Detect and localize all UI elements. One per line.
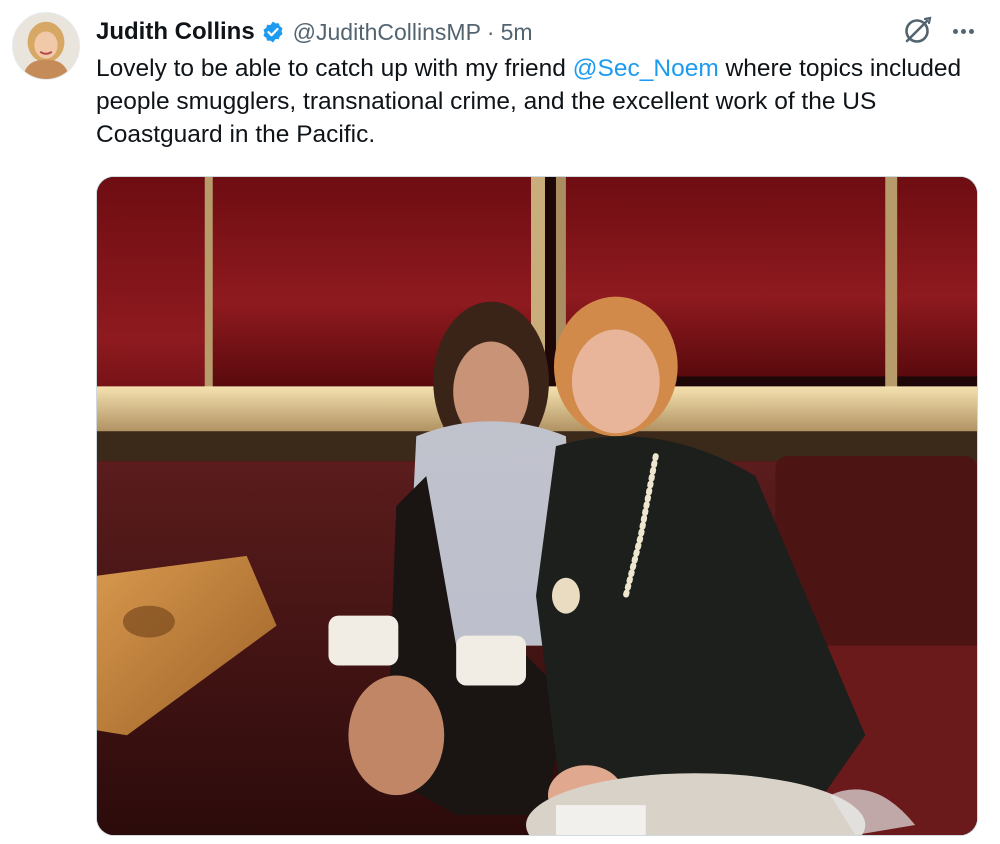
author-display-name[interactable]: Judith Collins — [96, 18, 255, 46]
tweet-header: Judith Collins @JudithCollinsMP · 5m — [96, 16, 533, 48]
more-options-icon[interactable] — [946, 16, 980, 46]
mention-link[interactable]: @Sec_Noem — [573, 55, 719, 82]
header-separator: · — [486, 18, 495, 45]
avatar-image — [13, 13, 79, 79]
tweet-timestamp[interactable]: 5m — [501, 19, 533, 46]
photo-image — [97, 177, 977, 835]
author-handle[interactable]: @JudithCollinsMP — [293, 19, 481, 46]
verified-badge-icon[interactable] — [261, 20, 285, 44]
tweet-text-part: Lovely to be able to catch up with my fr… — [96, 55, 573, 82]
tweet-photo[interactable] — [96, 176, 978, 836]
grok-icon[interactable] — [900, 14, 934, 48]
author-avatar[interactable] — [12, 12, 80, 80]
tweet-text: Lovely to be able to catch up with my fr… — [96, 52, 976, 151]
